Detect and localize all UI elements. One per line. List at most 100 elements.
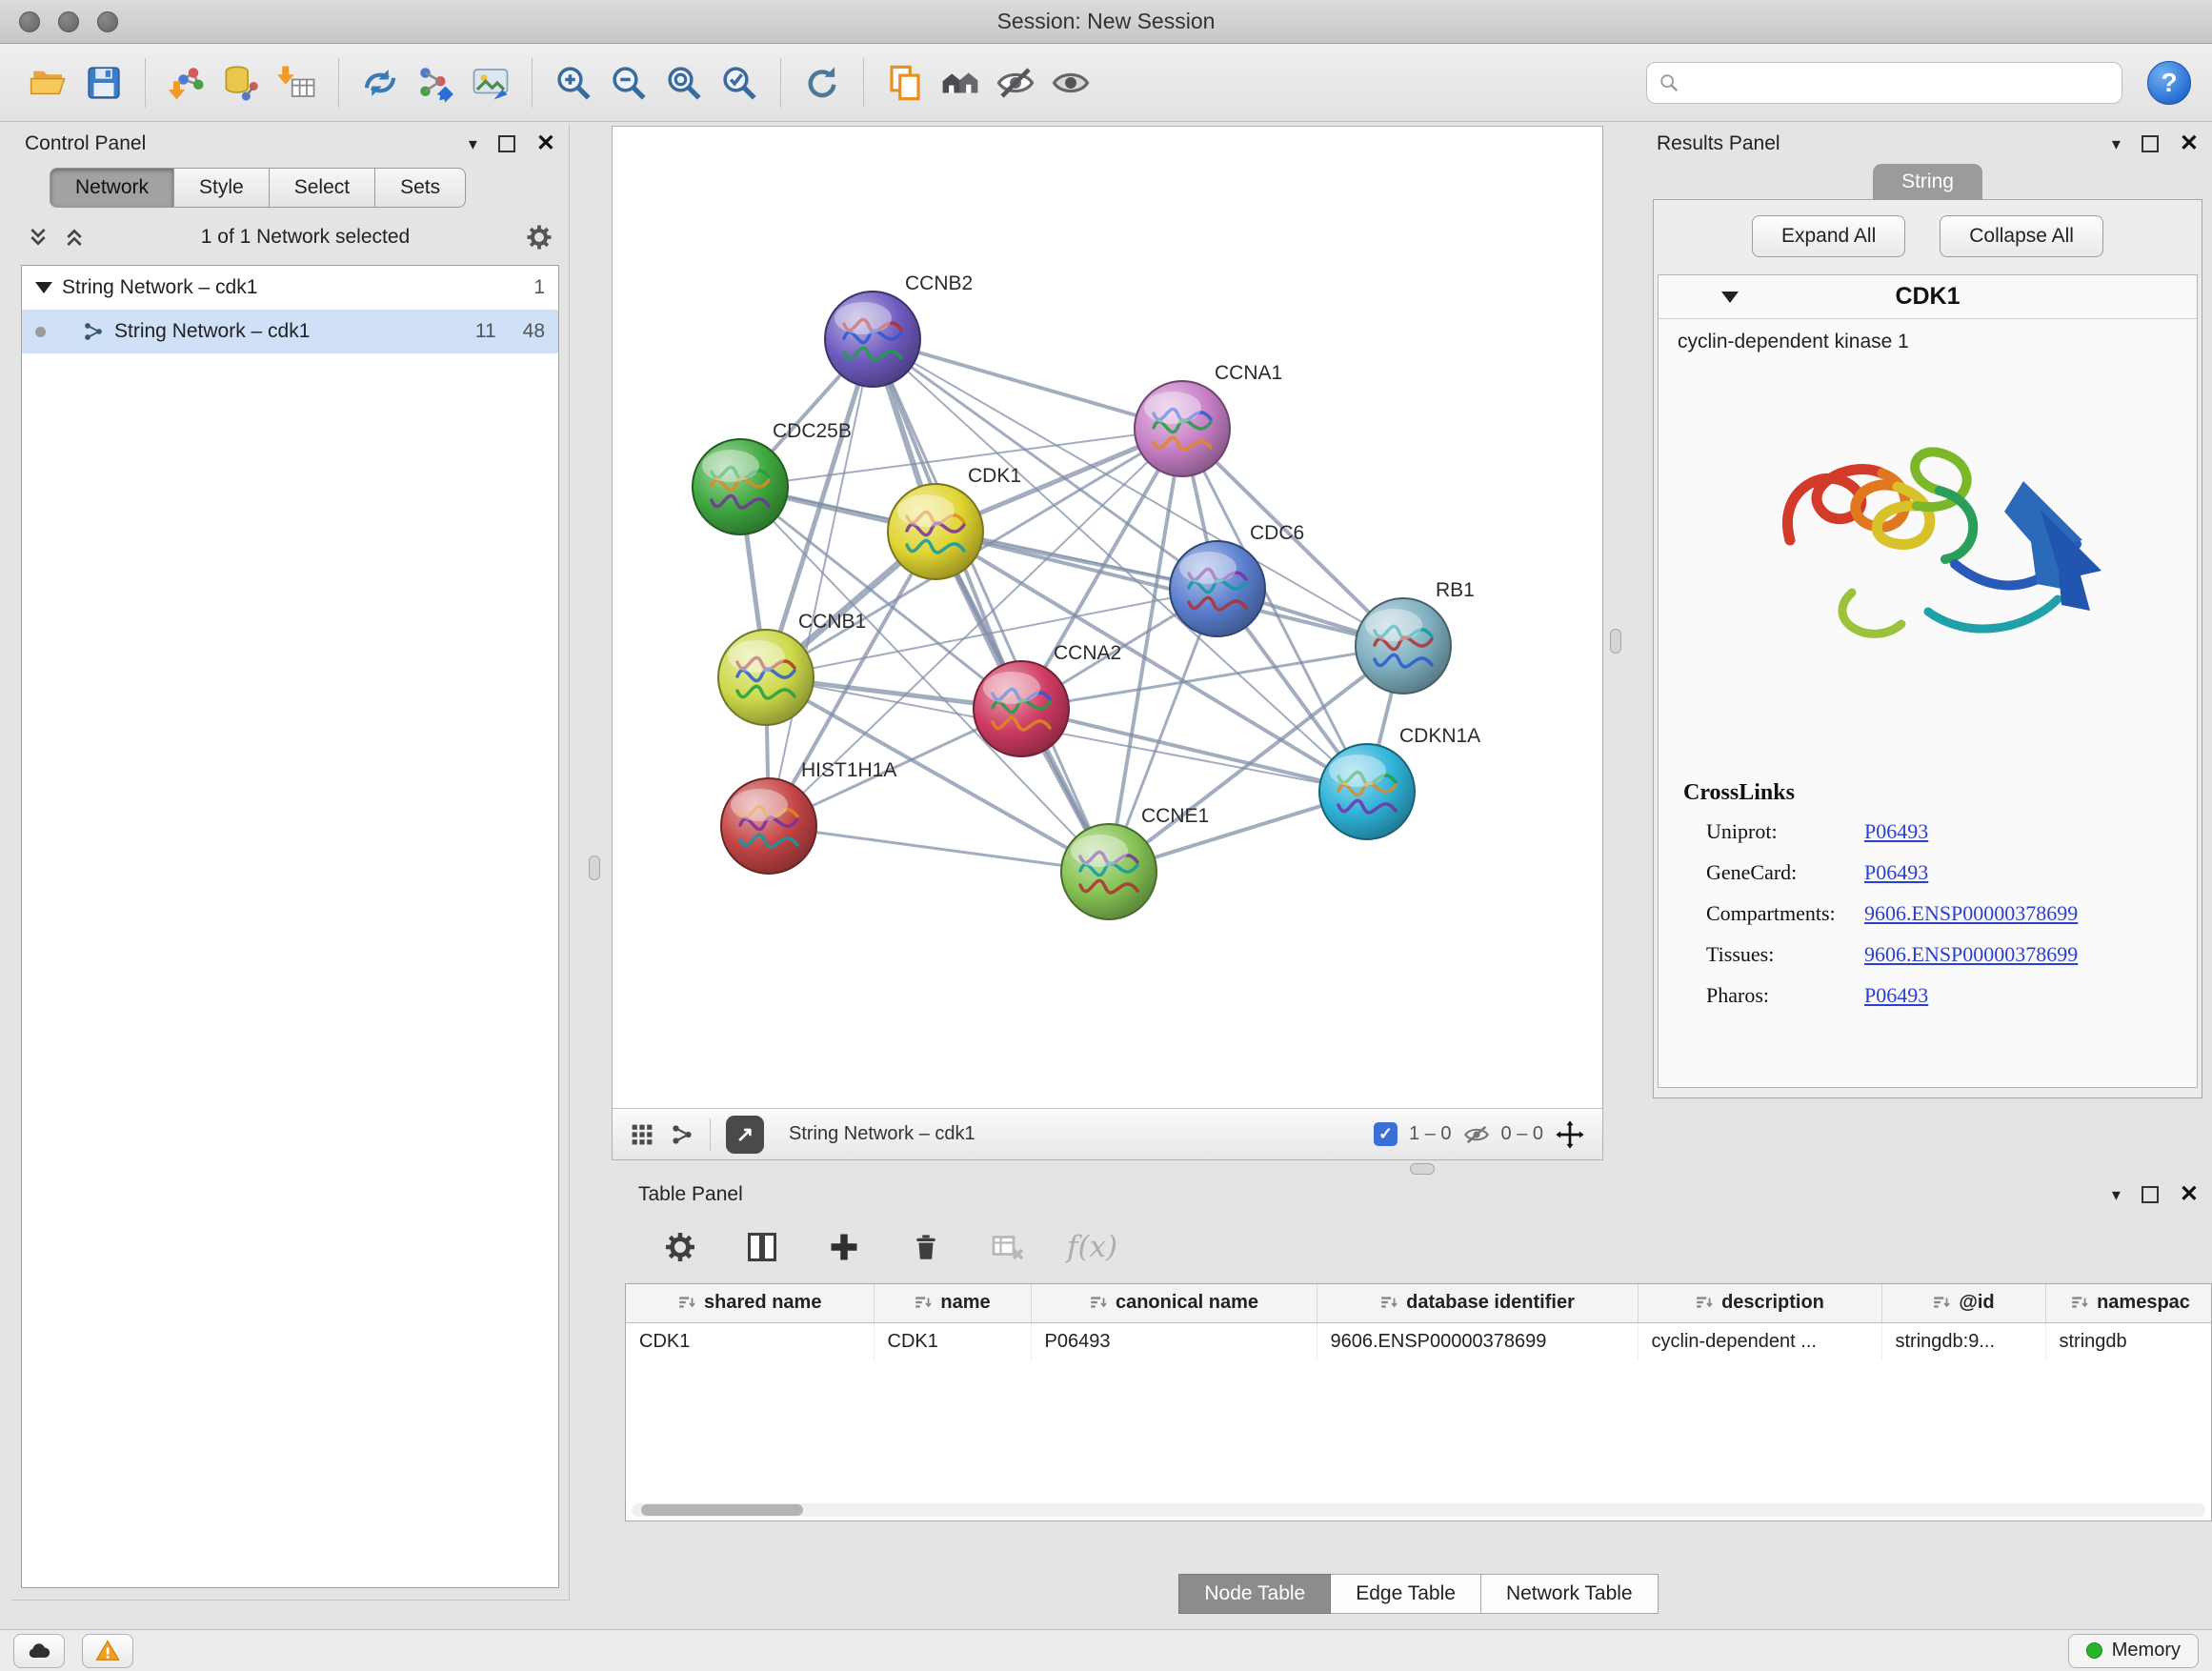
- network-node-RB1[interactable]: RB1: [1356, 579, 1475, 694]
- expand-all-button[interactable]: Expand All: [1752, 215, 1905, 257]
- search-input[interactable]: [1687, 71, 2110, 93]
- show-annotations-button[interactable]: [1043, 53, 1098, 112]
- hide-annotations-button[interactable]: [988, 53, 1043, 112]
- zoom-in-button[interactable]: [546, 53, 601, 112]
- network-graph[interactable]: CCNB2CCNA1CDC25BCDK1CDC6RB1CCNB1CCNA2CDK…: [613, 127, 1604, 1108]
- collapse-all-button[interactable]: Collapse All: [1940, 215, 2103, 257]
- network-collection-row[interactable]: String Network – cdk1 1: [22, 266, 558, 310]
- warnings-button[interactable]: [82, 1634, 133, 1668]
- zoom-window-button[interactable]: [97, 11, 118, 32]
- left-splitter-handle[interactable]: [589, 856, 600, 880]
- zoom-out-button[interactable]: [601, 53, 656, 112]
- grid-view-icon[interactable]: [630, 1122, 654, 1147]
- horizontal-scrollbar[interactable]: [632, 1503, 2205, 1517]
- columns-icon: [745, 1230, 779, 1264]
- column-header-namespace[interactable]: namespac: [2045, 1284, 2212, 1322]
- duplicate-button[interactable]: [877, 53, 933, 112]
- home-views-button[interactable]: [933, 53, 988, 112]
- open-in-window-button[interactable]: ↗: [726, 1116, 764, 1154]
- network-node-CCNB1[interactable]: CCNB1: [718, 611, 866, 725]
- network-node-CDK1[interactable]: CDK1: [888, 465, 1021, 579]
- tab-style[interactable]: Style: [174, 168, 270, 208]
- tab-sets[interactable]: Sets: [375, 168, 466, 208]
- collapse-all-icon[interactable]: [27, 226, 50, 249]
- share-network-icon[interactable]: [670, 1122, 694, 1147]
- network-node-HIST1H1A[interactable]: HIST1H1A: [721, 759, 896, 874]
- zoom-fit-button[interactable]: [656, 53, 712, 112]
- close-window-button[interactable]: [19, 11, 40, 32]
- table-settings-button[interactable]: [657, 1224, 703, 1270]
- tab-network-table[interactable]: Network Table: [1481, 1574, 1659, 1614]
- crosslink-link[interactable]: 9606.ENSP00000378699: [1864, 901, 2078, 926]
- float-panel-icon[interactable]: [498, 135, 515, 152]
- cell-name[interactable]: CDK1: [874, 1322, 1031, 1360]
- crosslink-link[interactable]: 9606.ENSP00000378699: [1864, 942, 2078, 967]
- cell-database-identifier[interactable]: 9606.ENSP00000378699: [1317, 1322, 1638, 1360]
- table-row[interactable]: CDK1 CDK1 P06493 9606.ENSP00000378699 cy…: [626, 1322, 2212, 1360]
- refresh-button[interactable]: [794, 53, 850, 112]
- cell-shared-name[interactable]: CDK1: [626, 1322, 874, 1360]
- export-image-button[interactable]: [463, 53, 518, 112]
- cell-namespace[interactable]: stringdb: [2045, 1322, 2212, 1360]
- new-network-button[interactable]: [408, 53, 463, 112]
- import-network-database-button[interactable]: [214, 53, 270, 112]
- minimize-window-button[interactable]: [58, 11, 79, 32]
- close-panel-icon[interactable]: ✕: [536, 132, 555, 155]
- tab-edge-table[interactable]: Edge Table: [1331, 1574, 1481, 1614]
- close-panel-icon[interactable]: ✕: [2180, 1183, 2199, 1206]
- tab-string[interactable]: String: [1873, 164, 1982, 200]
- collapse-panel-icon[interactable]: ▾: [469, 134, 477, 154]
- cell-canonical-name[interactable]: P06493: [1031, 1322, 1317, 1360]
- cell-description[interactable]: cyclin-dependent ...: [1638, 1322, 1881, 1360]
- cloud-status-button[interactable]: [13, 1634, 65, 1668]
- bottom-splitter-handle[interactable]: [1410, 1163, 1435, 1175]
- float-panel-icon[interactable]: [2142, 1186, 2159, 1203]
- cell-id[interactable]: stringdb:9...: [1881, 1322, 2045, 1360]
- crosslink-link[interactable]: P06493: [1864, 983, 1928, 1008]
- tab-network[interactable]: Network: [50, 168, 174, 208]
- crosslink-link[interactable]: P06493: [1864, 860, 1928, 885]
- tab-select[interactable]: Select: [270, 168, 375, 208]
- network-row[interactable]: String Network – cdk1 11 48: [22, 310, 558, 353]
- gear-icon[interactable]: [525, 223, 553, 252]
- delete-column-button[interactable]: [903, 1224, 949, 1270]
- network-node-CCNA1[interactable]: CCNA1: [1135, 362, 1282, 476]
- show-columns-button[interactable]: [739, 1224, 785, 1270]
- memory-button[interactable]: Memory: [2068, 1634, 2199, 1668]
- collapse-panel-icon[interactable]: ▾: [2112, 134, 2121, 154]
- duplicate-icon: [885, 63, 925, 103]
- network-edge[interactable]: [873, 339, 1109, 872]
- float-panel-icon[interactable]: [2142, 135, 2159, 152]
- column-header-name[interactable]: name: [874, 1284, 1031, 1322]
- zoom-selected-button[interactable]: [712, 53, 767, 112]
- expand-all-icon[interactable]: [63, 226, 86, 249]
- tree-expander-icon[interactable]: [35, 282, 52, 293]
- save-session-button[interactable]: [76, 53, 131, 112]
- section-expander-icon[interactable]: [1721, 292, 1739, 303]
- right-splitter-handle[interactable]: [1610, 629, 1621, 654]
- selected-checkbox-icon[interactable]: ✓: [1374, 1122, 1398, 1146]
- scrollbar-thumb[interactable]: [641, 1504, 803, 1516]
- collapse-panel-icon[interactable]: ▾: [2112, 1185, 2121, 1205]
- tab-node-table[interactable]: Node Table: [1178, 1574, 1331, 1614]
- network-edge[interactable]: [769, 826, 1109, 872]
- network-node-CDKN1A[interactable]: CDKN1A: [1319, 725, 1480, 839]
- open-session-button[interactable]: [21, 53, 76, 112]
- column-header-id[interactable]: @id: [1881, 1284, 2045, 1322]
- network-edge[interactable]: [769, 339, 873, 826]
- crosslink-link[interactable]: P06493: [1864, 819, 1928, 844]
- column-header-description[interactable]: description: [1638, 1284, 1881, 1322]
- move-crosshair-icon[interactable]: [1555, 1119, 1585, 1150]
- import-network-file-button[interactable]: [159, 53, 214, 112]
- column-header-canonical-name[interactable]: canonical name: [1031, 1284, 1317, 1322]
- column-header-database-identifier[interactable]: database identifier: [1317, 1284, 1638, 1322]
- column-header-shared-name[interactable]: shared name: [626, 1284, 874, 1322]
- help-button[interactable]: ?: [2147, 61, 2191, 105]
- close-panel-icon[interactable]: ✕: [2180, 132, 2199, 155]
- network-canvas[interactable]: CCNB2CCNA1CDC25BCDK1CDC6RB1CCNB1CCNA2CDK…: [613, 127, 1602, 1108]
- network-node-CCNB2[interactable]: CCNB2: [825, 272, 973, 387]
- network-layout-button[interactable]: [352, 53, 408, 112]
- hidden-eye-icon[interactable]: [1463, 1121, 1490, 1148]
- import-table-button[interactable]: [270, 53, 325, 112]
- create-column-button[interactable]: [821, 1224, 867, 1270]
